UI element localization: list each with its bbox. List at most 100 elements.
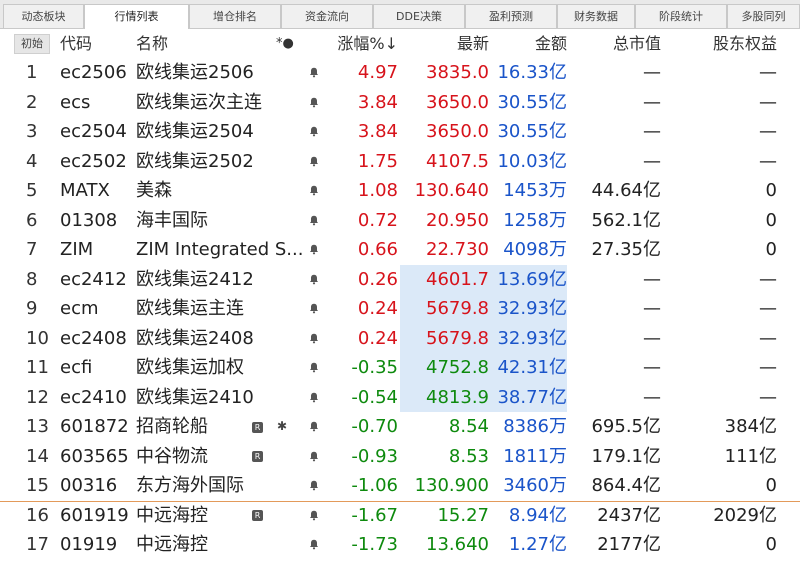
table-row[interactable]: 5 MATX 美森 1.08 130.640 1453万 44.64亿 0	[0, 176, 800, 206]
header-code[interactable]: 代码	[60, 30, 92, 58]
last-price: 5679.8	[400, 294, 489, 324]
change-percent: 0.24	[357, 327, 398, 349]
market-cap: 2177亿	[597, 534, 661, 555]
row-index: 7	[26, 239, 38, 260]
last-price: 8.53	[448, 445, 489, 467]
header-amount[interactable]: 金额	[489, 30, 567, 58]
stock-name: ZIM Integrated S...	[136, 239, 304, 260]
table-row[interactable]: 7 ZIM ZIM Integrated S... 0.66 22.730 4098万 27…	[0, 235, 800, 265]
tab-fund-flow[interactable]: 资金流向	[281, 4, 373, 28]
shareholder-equity: —	[759, 298, 777, 319]
table-row[interactable]: 12 ec2410 欧线集运2410 -0.54 4813.9 38.77亿 — —	[0, 382, 800, 412]
row-index: 16	[26, 504, 49, 526]
row-index: 4	[26, 150, 38, 172]
stock-code: ec2506	[60, 62, 127, 83]
last-price: 8.54	[448, 416, 489, 437]
stock-name: 中远海控	[136, 504, 208, 526]
tab-dde[interactable]: DDE决策	[373, 4, 465, 28]
header-name[interactable]: 名称	[136, 30, 168, 58]
last-price: 130.640	[414, 180, 489, 201]
stock-name: 美森	[136, 180, 172, 201]
table-row[interactable]: 15 00316 东方海外国际 -1.06 130.900 3460万 864.4亿 0	[0, 471, 800, 501]
stock-name: 欧线集运次主连	[136, 91, 262, 113]
table-row[interactable]: 13 601872 招商轮船 R ✱ -0.70 8.54 8386万 695.5亿 384亿	[0, 412, 800, 442]
row-index: 8	[26, 268, 38, 290]
shareholder-equity: 2029亿	[713, 504, 777, 526]
header-equity[interactable]: 股东权益	[661, 30, 777, 58]
row-index: 6	[26, 209, 38, 231]
header-last[interactable]: 最新	[400, 30, 489, 58]
tab-position-rank[interactable]: 增仓排名	[189, 4, 281, 28]
table-row[interactable]: 10 ec2408 欧线集运2408 0.24 5679.8 32.93亿 — —	[0, 323, 800, 353]
table-row[interactable]: 17 01919 中远海控 -1.73 13.640 1.27亿 2177亿 0	[0, 530, 800, 560]
table-row[interactable]: 8 ec2412 欧线集运2412 0.26 4601.7 13.69亿 — —	[0, 264, 800, 294]
row-index: 1	[26, 62, 38, 83]
r-badge-icon-glyph: R	[252, 451, 263, 462]
change-percent: 3.84	[357, 121, 398, 142]
row-index: 3	[26, 121, 38, 142]
tab-multi-stock[interactable]: 多股同列	[727, 4, 800, 28]
stock-code: ecm	[60, 298, 99, 319]
market-cap: 179.1亿	[591, 445, 661, 467]
turnover-amount: 42.31亿	[489, 353, 567, 383]
header-change[interactable]: 涨幅%↓	[320, 30, 398, 58]
shareholder-equity: 384亿	[724, 416, 777, 437]
stock-name: 欧线集运2408	[136, 327, 254, 349]
turnover-amount: 3460万	[503, 475, 567, 496]
shareholder-equity: —	[759, 62, 777, 83]
change-percent: -0.35	[351, 357, 398, 378]
table-row[interactable]: 16 601919 中远海控 R -1.67 15.27 8.94亿 2437亿 2029亿	[0, 501, 800, 531]
row-index: 12	[26, 386, 49, 408]
row-separator	[0, 501, 800, 502]
stock-code: ec2410	[60, 386, 127, 408]
stock-code: 603565	[60, 445, 129, 467]
turnover-amount: 1453万	[503, 180, 567, 201]
last-price: 4752.8	[400, 353, 489, 383]
turnover-amount: 10.03亿	[497, 150, 567, 172]
init-button[interactable]: 初始	[14, 34, 50, 54]
turnover-amount: 38.77亿	[489, 382, 567, 412]
stock-code: 601872	[60, 416, 129, 437]
tab-dynamic-sector[interactable]: 动态板块	[3, 4, 84, 28]
shareholder-equity: —	[759, 121, 777, 142]
stock-name: 欧线集运2504	[136, 121, 254, 142]
turnover-amount: 1.27亿	[508, 534, 567, 555]
tab-stage-stats[interactable]: 阶段统计	[635, 4, 727, 28]
table-row[interactable]: 14 603565 中谷物流 R -0.93 8.53 1811万 179.1亿 111亿	[0, 442, 800, 472]
tab-financial-data[interactable]: 财务数据	[557, 4, 635, 28]
star-icon: ✱	[277, 419, 288, 433]
header-market-cap[interactable]: 总市值	[569, 30, 661, 58]
stock-code: ec2408	[60, 327, 127, 349]
table-row[interactable]: 6 01308 海丰国际 0.72 20.950 1258万 562.1亿 0	[0, 206, 800, 236]
market-cap: —	[643, 327, 661, 349]
stock-code: 01919	[60, 534, 118, 555]
header-flags[interactable]: *●	[276, 30, 294, 58]
table-row[interactable]: 4 ec2502 欧线集运2502 1.75 4107.5 10.03亿 — —	[0, 147, 800, 177]
change-percent: 0.66	[357, 239, 398, 260]
turnover-amount: 13.69亿	[489, 264, 567, 294]
tab-quote-list[interactable]: 行情列表	[84, 4, 189, 29]
row-index: 9	[26, 298, 38, 319]
stock-code: ecfi	[60, 357, 93, 378]
change-percent: -0.93	[351, 445, 398, 467]
table-row[interactable]: 9 ecm 欧线集运主连 0.24 5679.8 32.93亿 — —	[0, 294, 800, 324]
stock-name: 欧线集运2502	[136, 150, 254, 172]
turnover-amount: 8386万	[503, 416, 567, 437]
stock-name: 欧线集运2412	[136, 268, 254, 290]
stock-code: ec2412	[60, 268, 127, 290]
stock-name: 欧线集运2410	[136, 386, 254, 408]
stock-name: 欧线集运主连	[136, 298, 244, 319]
table-row[interactable]: 3 ec2504 欧线集运2504 3.84 3650.0 30.55亿 — —	[0, 117, 800, 147]
market-cap: —	[643, 357, 661, 378]
turnover-amount: 30.55亿	[497, 91, 567, 113]
market-cap: 44.64亿	[591, 180, 661, 201]
row-index: 10	[26, 327, 49, 349]
tab-profit-forecast[interactable]: 盈利预测	[465, 4, 557, 28]
table-row[interactable]: 11 ecfi 欧线集运加权 -0.35 4752.8 42.31亿 — —	[0, 353, 800, 383]
table-row[interactable]: 2 ecs 欧线集运次主连 3.84 3650.0 30.55亿 — —	[0, 88, 800, 118]
shareholder-equity: 111亿	[724, 445, 777, 467]
last-price: 4601.7	[400, 264, 489, 294]
market-cap: —	[643, 268, 661, 290]
table-row[interactable]: 1 ec2506 欧线集运2506 4.97 3835.0 16.33亿 — —	[0, 58, 800, 88]
shareholder-equity: 0	[765, 475, 777, 496]
